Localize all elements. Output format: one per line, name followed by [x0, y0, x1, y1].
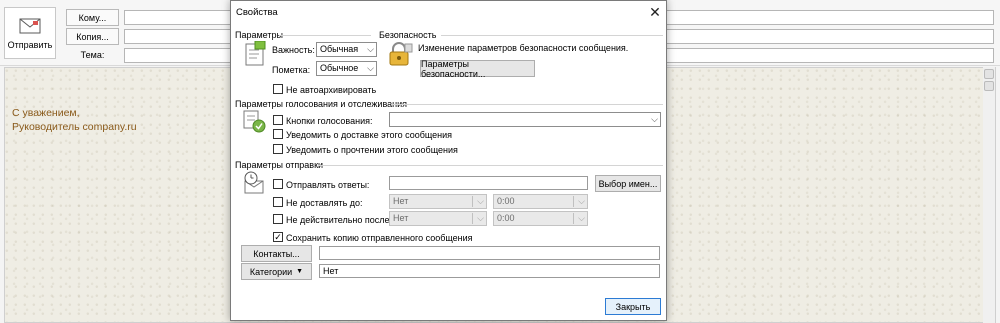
reply-to-field[interactable] [389, 176, 588, 190]
right-scroll-strip [983, 67, 995, 323]
to-button[interactable]: Кому... [66, 9, 119, 26]
chevron-down-icon: ⌵ [578, 196, 585, 206]
lock-icon [389, 42, 413, 66]
signature: С уважением, Руководитель company.ru [12, 106, 137, 134]
divider [573, 213, 574, 224]
delivery-section-title: Параметры отправки [235, 160, 324, 170]
categories-button[interactable]: Категории ▼ [241, 263, 312, 280]
subject-label: Тема: [80, 50, 105, 60]
expires-date-select[interactable]: Нет ⌵ [389, 211, 487, 226]
params-separator [279, 35, 371, 36]
no-autoarchive-label: Не автоархивировать [286, 85, 377, 95]
importance-select[interactable]: Обычная ⌵ [316, 42, 377, 57]
save-copy-label: Сохранить копию отправленного сообщения [286, 233, 473, 243]
voting-section-title: Параметры голосования и отслеживания [235, 99, 408, 109]
params-section-title: Параметры [235, 30, 283, 40]
sensitivity-label: Пометка: [272, 65, 311, 75]
save-copy-checkbox[interactable]: ✓ [273, 232, 283, 242]
read-receipt-checkbox[interactable] [273, 144, 283, 154]
expires-date-value: Нет [393, 213, 409, 223]
importance-value: Обычная [320, 44, 359, 54]
send-button-label: Отправить [7, 39, 53, 50]
chevron-down-icon: ⌵ [651, 114, 658, 124]
select-names-button[interactable]: Выбор имен... [595, 175, 661, 192]
voting-separator [391, 104, 663, 105]
contacts-button[interactable]: Контакты... [241, 245, 312, 262]
sensitivity-select[interactable]: Обычное ⌵ [316, 61, 377, 76]
chevron-down-icon: ⌵ [367, 44, 374, 54]
defer-time-select[interactable]: 0:00 ⌵ [493, 194, 588, 209]
envelope-icon [19, 18, 41, 33]
defer-date-value: Нет [393, 196, 409, 206]
expires-label: Не действительно после: [286, 215, 393, 225]
pane-icon[interactable] [984, 81, 994, 91]
voting-buttons-label: Кнопки голосования: [286, 116, 373, 126]
defer-delivery-checkbox[interactable] [273, 197, 283, 207]
security-description: Изменение параметров безопасности сообще… [418, 43, 629, 53]
chevron-down-icon: ⌵ [477, 196, 484, 206]
chevron-down-icon: ⌵ [477, 213, 484, 223]
categories-button-label: Категории [249, 266, 293, 277]
no-autoarchive-checkbox[interactable] [273, 84, 283, 94]
read-receipt-label: Уведомить о прочтении этого сообщения [286, 145, 458, 155]
voting-buttons-checkbox[interactable] [273, 115, 283, 125]
divider [472, 196, 473, 207]
pane-icon[interactable] [984, 69, 994, 79]
divider [472, 213, 473, 224]
security-settings-button[interactable]: Параметры безопасности... [420, 59, 535, 79]
properties-doc-icon [245, 41, 266, 66]
expires-checkbox[interactable] [273, 214, 283, 224]
importance-label: Важность: [272, 45, 315, 55]
security-section-title: Безопасность [379, 30, 437, 40]
categories-field[interactable]: Нет [319, 264, 660, 278]
delivery-clock-icon [244, 171, 264, 194]
signature-line-2: Руководитель company.ru [12, 121, 137, 133]
divider [573, 196, 574, 207]
reply-to-label: Отправлять ответы: [286, 180, 370, 190]
voting-icon [243, 110, 266, 133]
defer-delivery-label: Не доставлять до: [286, 198, 363, 208]
chevron-down-icon: ⌵ [367, 63, 374, 73]
defer-date-select[interactable]: Нет ⌵ [389, 194, 487, 209]
properties-dialog: Свойства ✕ Параметры Важность: Обычная ⌵… [230, 0, 667, 321]
chevron-down-icon: ▼ [296, 268, 304, 275]
voting-buttons-select[interactable]: ⌵ [389, 112, 661, 127]
cc-button[interactable]: Копия... [66, 28, 119, 45]
close-button[interactable]: Закрыть [605, 298, 661, 315]
send-button[interactable]: Отправить [4, 7, 56, 59]
delivery-separator [318, 165, 663, 166]
delivery-receipt-label: Уведомить о доставке этого сообщения [286, 130, 453, 140]
contacts-field[interactable] [319, 246, 660, 260]
expires-time-select[interactable]: 0:00 ⌵ [493, 211, 588, 226]
dialog-title: Свойства [236, 7, 278, 18]
chevron-down-icon: ⌵ [578, 213, 585, 223]
security-separator [441, 35, 663, 36]
defer-time-value: 0:00 [497, 196, 515, 206]
signature-line-1: С уважением, [12, 107, 80, 119]
reply-to-checkbox[interactable] [273, 179, 283, 189]
sensitivity-value: Обычное [320, 63, 359, 73]
close-icon[interactable]: ✕ [645, 3, 665, 21]
expires-time-value: 0:00 [497, 213, 515, 223]
delivery-receipt-checkbox[interactable] [273, 129, 283, 139]
